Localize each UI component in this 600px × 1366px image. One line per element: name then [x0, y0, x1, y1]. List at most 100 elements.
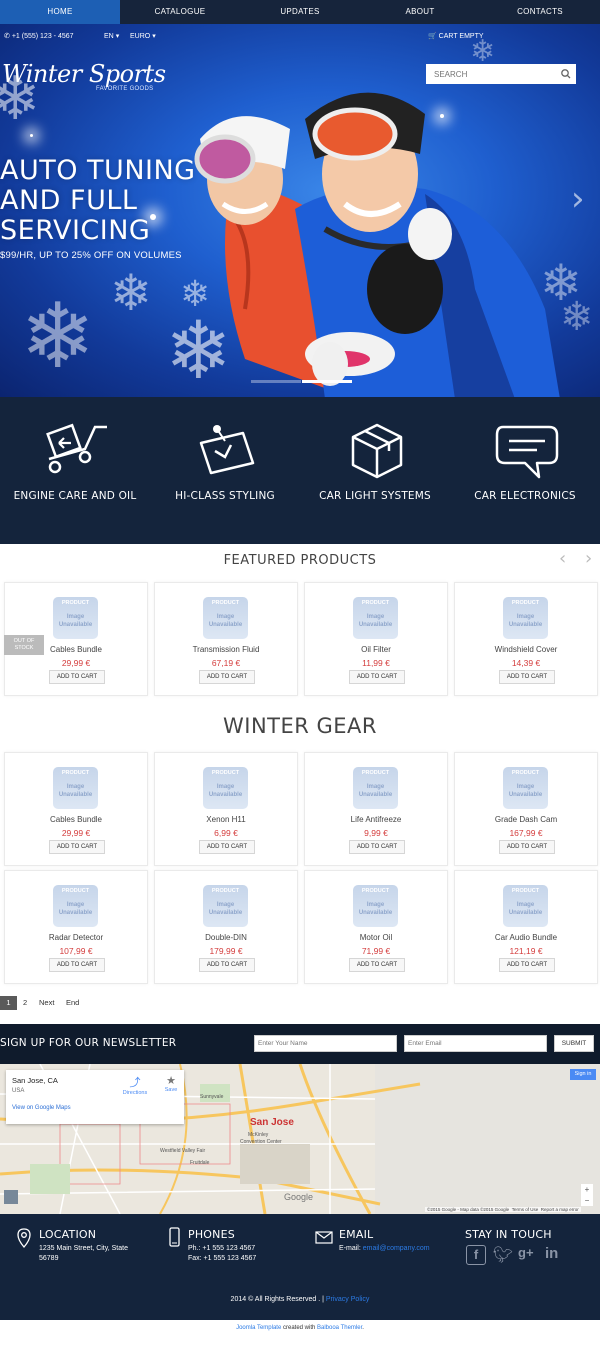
- featured-next-arrow[interactable]: ›: [585, 548, 592, 569]
- add-to-cart-button[interactable]: ADD TO CART: [499, 840, 555, 854]
- google-map[interactable]: San Jose Fruitdale Sunnyvale McKinley Co…: [0, 1064, 600, 1214]
- product-card[interactable]: PRODUCT Image Unavailable Motor Oil 71,99 € A…: [304, 870, 448, 984]
- service-electronics[interactable]: CAR ELECTRONICS: [450, 397, 600, 544]
- product-name[interactable]: Transmission Fluid: [155, 645, 297, 654]
- product-name[interactable]: Cables Bundle: [5, 815, 147, 824]
- language-select[interactable]: EN ▾: [104, 32, 119, 40]
- product-name[interactable]: Car Audio Bundle: [455, 933, 597, 942]
- placeholder-line: Unavailable: [208, 792, 243, 798]
- product-price: 6,99 €: [214, 828, 238, 838]
- google-logo: Google: [284, 1192, 314, 1202]
- product-card[interactable]: PRODUCT Image Unavailable Cables Bundle 29,9…: [4, 752, 148, 866]
- product-name[interactable]: Double-DIN: [155, 933, 297, 942]
- add-to-cart-button[interactable]: ADD TO CART: [49, 670, 105, 684]
- save-place-button[interactable]: ★ Save: [160, 1074, 182, 1093]
- slider-dot-1[interactable]: [251, 380, 301, 383]
- product-name[interactable]: Radar Detector: [5, 933, 147, 942]
- product-card[interactable]: PRODUCT Image Unavailable Car Audio Bundle 1…: [454, 870, 598, 984]
- newsletter-submit-button[interactable]: SUBMIT: [554, 1035, 594, 1052]
- linkedin-icon[interactable]: in: [545, 1245, 565, 1265]
- placeholder-label: PRODUCT: [361, 770, 390, 776]
- placeholder-line: Unavailable: [508, 622, 543, 628]
- featured-prev-arrow[interactable]: ‹: [559, 548, 566, 569]
- product-name[interactable]: Life Antifreeze: [305, 815, 447, 824]
- nav-about[interactable]: ABOUT: [360, 0, 480, 24]
- logo-subtitle: FAVORITE GOODS: [96, 86, 154, 92]
- cart-link[interactable]: 🛒 CART EMPTY: [428, 32, 484, 40]
- nav-contacts[interactable]: CONTACTS: [480, 0, 600, 24]
- service-label: CAR ELECTRONICS: [474, 490, 576, 502]
- product-name[interactable]: Oil Filter: [305, 645, 447, 654]
- footer-phones-title: PHONES: [188, 1228, 235, 1241]
- product-name[interactable]: Motor Oil: [305, 933, 447, 942]
- facebook-icon[interactable]: f: [466, 1245, 486, 1265]
- nav-catalogue[interactable]: CATALOGUE: [120, 0, 240, 24]
- footer-phones: Ph.: +1 555 123 4567 Fax: +1 555 123 456…: [188, 1244, 256, 1264]
- product-card[interactable]: PRODUCT Image Unavailable Grade Dash Cam 167…: [454, 752, 598, 866]
- product-card[interactable]: PRODUCT Image Unavailable Radar Detector 107…: [4, 870, 148, 984]
- end-page-link[interactable]: End: [66, 996, 79, 1010]
- newsletter-email-input[interactable]: [404, 1035, 547, 1052]
- service-engine-care[interactable]: ENGINE CARE AND OIL: [0, 397, 150, 544]
- product-name[interactable]: Grade Dash Cam: [455, 815, 597, 824]
- service-styling[interactable]: HI-CLASS STYLING: [150, 397, 300, 544]
- slider-next-arrow[interactable]: ›: [571, 179, 585, 219]
- search-icon[interactable]: [560, 68, 572, 80]
- add-to-cart-button[interactable]: ADD TO CART: [499, 958, 555, 972]
- themler-link[interactable]: Balbooa Themler: [317, 1325, 362, 1331]
- product-card[interactable]: PRODUCT Image Unavailable Double-DIN 179,99 …: [154, 870, 298, 984]
- nav-updates[interactable]: UPDATES: [240, 0, 360, 24]
- add-to-cart-button[interactable]: ADD TO CART: [199, 840, 255, 854]
- credits: Joomla Template created with Balbooa The…: [0, 1325, 600, 1331]
- nav-home[interactable]: HOME: [0, 0, 120, 24]
- next-page-link[interactable]: Next: [39, 996, 54, 1010]
- logo[interactable]: Winter Sports: [2, 60, 166, 88]
- product-card[interactable]: PRODUCT Image Unavailable Windshield Cover 1…: [454, 582, 598, 696]
- page-2-link[interactable]: 2: [23, 996, 27, 1010]
- product-card[interactable]: PRODUCT Image Unavailable Xenon H11 6,99 € AD…: [154, 752, 298, 866]
- product-name[interactable]: Windshield Cover: [455, 645, 597, 654]
- add-to-cart-button[interactable]: ADD TO CART: [499, 670, 555, 684]
- privacy-policy-link[interactable]: Privacy Policy: [326, 1296, 370, 1303]
- add-to-cart-button[interactable]: ADD TO CART: [49, 840, 105, 854]
- email-link[interactable]: email@company.com: [363, 1245, 430, 1252]
- placeholder-line: Unavailable: [358, 622, 393, 628]
- add-to-cart-button[interactable]: ADD TO CART: [349, 670, 405, 684]
- box-icon: [351, 423, 403, 479]
- view-on-google-maps-link[interactable]: View on Google Maps: [12, 1105, 71, 1111]
- map-terms-link[interactable]: Terms of Use: [512, 1207, 539, 1212]
- google-plus-icon[interactable]: g+: [518, 1245, 540, 1265]
- add-to-cart-button[interactable]: ADD TO CART: [349, 958, 405, 972]
- page-1-button[interactable]: 1: [0, 996, 17, 1010]
- newsletter-name-input[interactable]: [254, 1035, 397, 1052]
- map-zoom-controls[interactable]: + −: [581, 1184, 593, 1206]
- joomla-template-link[interactable]: Joomla Template: [236, 1325, 281, 1331]
- image-placeholder: PRODUCT Image Unavailable: [53, 885, 98, 927]
- placeholder-text: Image Unavailable: [353, 783, 398, 799]
- directions-button[interactable]: ⤴ Directions: [120, 1074, 150, 1096]
- address-line: 56789: [39, 1255, 59, 1262]
- currency-select[interactable]: EURO ▾: [130, 32, 156, 40]
- cart-icon: 🛒: [428, 33, 437, 40]
- placeholder-label: PRODUCT: [211, 770, 240, 776]
- placeholder-line: Image: [66, 902, 85, 908]
- placeholder-text: Image Unavailable: [203, 613, 248, 629]
- street-view-icon[interactable]: [4, 1190, 18, 1204]
- search-input[interactable]: [426, 64, 576, 84]
- map-country: USA: [12, 1088, 25, 1094]
- product-card[interactable]: PRODUCT Image Unavailable Oil Filter 11,99 €…: [304, 582, 448, 696]
- twitter-icon[interactable]: 🐦︎: [492, 1245, 514, 1265]
- add-to-cart-button[interactable]: ADD TO CART: [199, 670, 255, 684]
- product-name[interactable]: Xenon H11: [155, 815, 297, 824]
- add-to-cart-button[interactable]: ADD TO CART: [349, 840, 405, 854]
- product-card[interactable]: PRODUCT Image Unavailable Transmission Flui…: [154, 582, 298, 696]
- add-to-cart-button[interactable]: ADD TO CART: [199, 958, 255, 972]
- map-place-label: Fruitdale: [190, 1160, 210, 1166]
- map-sign-in-button[interactable]: Sign in: [570, 1069, 596, 1080]
- hero-subtitle: $99/HR, UP TO 25% OFF ON VOLUMES: [0, 250, 182, 261]
- map-report-link[interactable]: Report a map error: [541, 1207, 579, 1212]
- add-to-cart-button[interactable]: ADD TO CART: [49, 958, 105, 972]
- product-card[interactable]: PRODUCT Image Unavailable Life Antifreeze 9,…: [304, 752, 448, 866]
- slider-dot-2[interactable]: [302, 380, 352, 383]
- service-light-systems[interactable]: CAR LIGHT SYSTEMS: [300, 397, 450, 544]
